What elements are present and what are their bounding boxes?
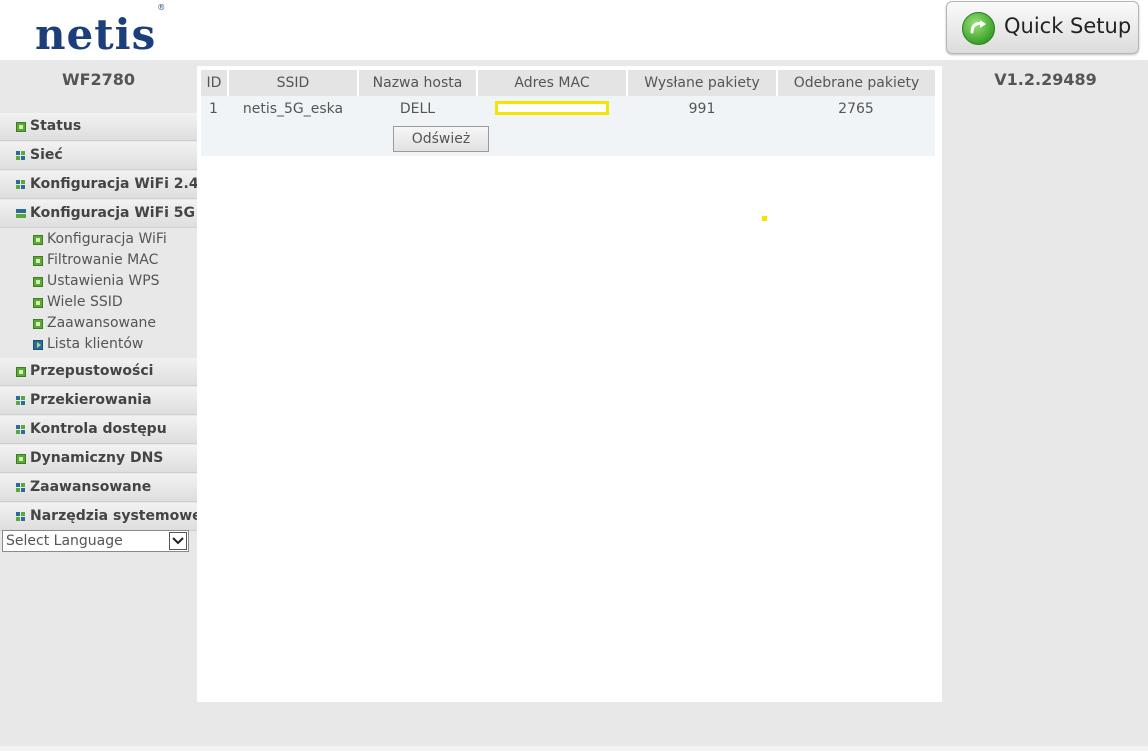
mac-redacted-mark: [495, 101, 609, 115]
sidebar-item-label: Status: [30, 118, 82, 134]
sidebar-item-wifi-5g[interactable]: Konfiguracja WiFi 5G: [0, 200, 197, 228]
cell-hostname: DELL: [358, 96, 477, 122]
table-header-row: ID SSID Nazwa hosta Adres MAC Wysłane pa…: [201, 70, 935, 96]
sidebar-subitem-label: Lista klientów: [47, 336, 144, 352]
sidebar-item-ddns[interactable]: Dynamiczny DNS: [0, 445, 197, 473]
yellow-marker: [762, 216, 767, 221]
grid-icon: [16, 151, 26, 161]
registered-mark: ®: [157, 3, 167, 12]
play-arrow-icon: [33, 340, 43, 350]
sidebar-subitem-multi-ssid[interactable]: Wiele SSID: [0, 293, 197, 314]
green-square-icon: [33, 298, 43, 308]
quick-setup-label: Quick Setup: [1004, 14, 1132, 38]
refresh-arrow-icon: [962, 12, 995, 45]
cell-received-packets: 2765: [777, 96, 935, 122]
client-list-table: ID SSID Nazwa hosta Adres MAC Wysłane pa…: [201, 70, 935, 156]
grid-icon: [16, 180, 26, 190]
sidebar-item-forwarding[interactable]: Przekierowania: [0, 387, 197, 415]
grid-icon: [16, 483, 26, 493]
sidebar-item-label: Narzędzia systemowe: [30, 508, 202, 524]
sidebar-item-label: Dynamiczny DNS: [30, 450, 164, 466]
sidebar-menu: Status Sieć Konfiguracja WiFi 2.4G Konfi…: [0, 113, 210, 532]
column-header-id: ID: [201, 70, 229, 96]
green-square-icon: [16, 367, 26, 377]
green-square-icon: [33, 277, 43, 287]
column-header-mac: Adres MAC: [477, 70, 628, 96]
refresh-row: Odśwież: [201, 122, 935, 156]
sidebar-item-label: Konfiguracja WiFi 2.4G: [30, 176, 211, 192]
cell-id: 1: [201, 96, 228, 122]
main-content: ID SSID Nazwa hosta Adres MAC Wysłane pa…: [197, 66, 942, 702]
column-header-hostname: Nazwa hosta: [358, 70, 478, 96]
green-square-icon: [33, 256, 43, 266]
sidebar-item-system-tools[interactable]: Narzędzia systemowe: [0, 503, 202, 531]
language-select-value: Select Language: [6, 533, 123, 549]
green-square-icon: [16, 122, 26, 132]
sidebar-item-wifi-24g[interactable]: Konfiguracja WiFi 2.4G: [0, 171, 210, 199]
sidebar-item-network[interactable]: Sieć: [0, 142, 197, 170]
expanded-icon: [16, 209, 26, 219]
sidebar-item-label: Kontrola dostępu: [30, 421, 167, 437]
sidebar-subitem-label: Wiele SSID: [47, 294, 123, 310]
quick-setup-button[interactable]: Quick Setup: [946, 1, 1139, 54]
sidebar-item-label: Przekierowania: [30, 392, 152, 408]
green-square-icon: [33, 235, 43, 245]
sidebar-subitem-label: Konfiguracja WiFi: [47, 231, 167, 247]
footer-strip: [0, 746, 1148, 751]
logo-text: netis: [35, 10, 157, 59]
grid-icon: [16, 396, 26, 406]
column-header-ssid: SSID: [228, 70, 359, 96]
sidebar-subitem-client-list[interactable]: Lista klientów: [0, 335, 197, 356]
netis-logo: netis®: [35, 3, 166, 59]
column-header-received-packets: Odebrane pakiety: [777, 70, 935, 96]
sidebar-item-label: Sieć: [30, 147, 63, 163]
refresh-button[interactable]: Odśwież: [393, 126, 489, 152]
sidebar-subitem-label: Ustawienia WPS: [47, 273, 160, 289]
sidebar-subitem-label: Filtrowanie MAC: [47, 252, 159, 268]
sidebar-subitem-advanced[interactable]: Zaawansowane: [0, 314, 197, 335]
cell-ssid: netis_5G_eska: [228, 96, 358, 122]
sidebar-subitem-wps[interactable]: Ustawienia WPS: [0, 272, 197, 293]
chevron-down-icon[interactable]: [169, 532, 187, 550]
cell-sent-packets: 991: [627, 96, 777, 122]
header-bar: netis® Quick Setup: [0, 0, 1148, 60]
firmware-version: V1.2.29489: [994, 70, 1097, 89]
green-square-icon: [16, 454, 26, 464]
sidebar-item-bandwidth[interactable]: Przepustowości: [0, 358, 197, 386]
sidebar-subitem-wifi-config[interactable]: Konfiguracja WiFi: [0, 230, 197, 251]
sidebar-item-access-control[interactable]: Kontrola dostępu: [0, 416, 197, 444]
sidebar-item-label: Przepustowości: [30, 363, 154, 379]
sidebar-item-label: Konfiguracja WiFi 5G: [30, 205, 196, 221]
sidebar-subitem-mac-filter[interactable]: Filtrowanie MAC: [0, 251, 197, 272]
sidebar-item-status[interactable]: Status: [0, 113, 197, 141]
sidebar-subitem-label: Zaawansowane: [47, 315, 157, 331]
sidebar-item-label: Zaawansowane: [30, 479, 152, 495]
grid-icon: [16, 512, 26, 522]
column-header-sent-packets: Wysłane pakiety: [627, 70, 778, 96]
table-row: 1 netis_5G_eska DELL 991 2765: [201, 96, 935, 122]
sidebar-item-advanced[interactable]: Zaawansowane: [0, 474, 197, 502]
grid-icon: [16, 425, 26, 435]
cell-mac: [477, 96, 627, 122]
green-square-icon: [33, 319, 43, 329]
device-model: WF2780: [61, 70, 136, 89]
language-select[interactable]: Select Language: [2, 530, 189, 552]
